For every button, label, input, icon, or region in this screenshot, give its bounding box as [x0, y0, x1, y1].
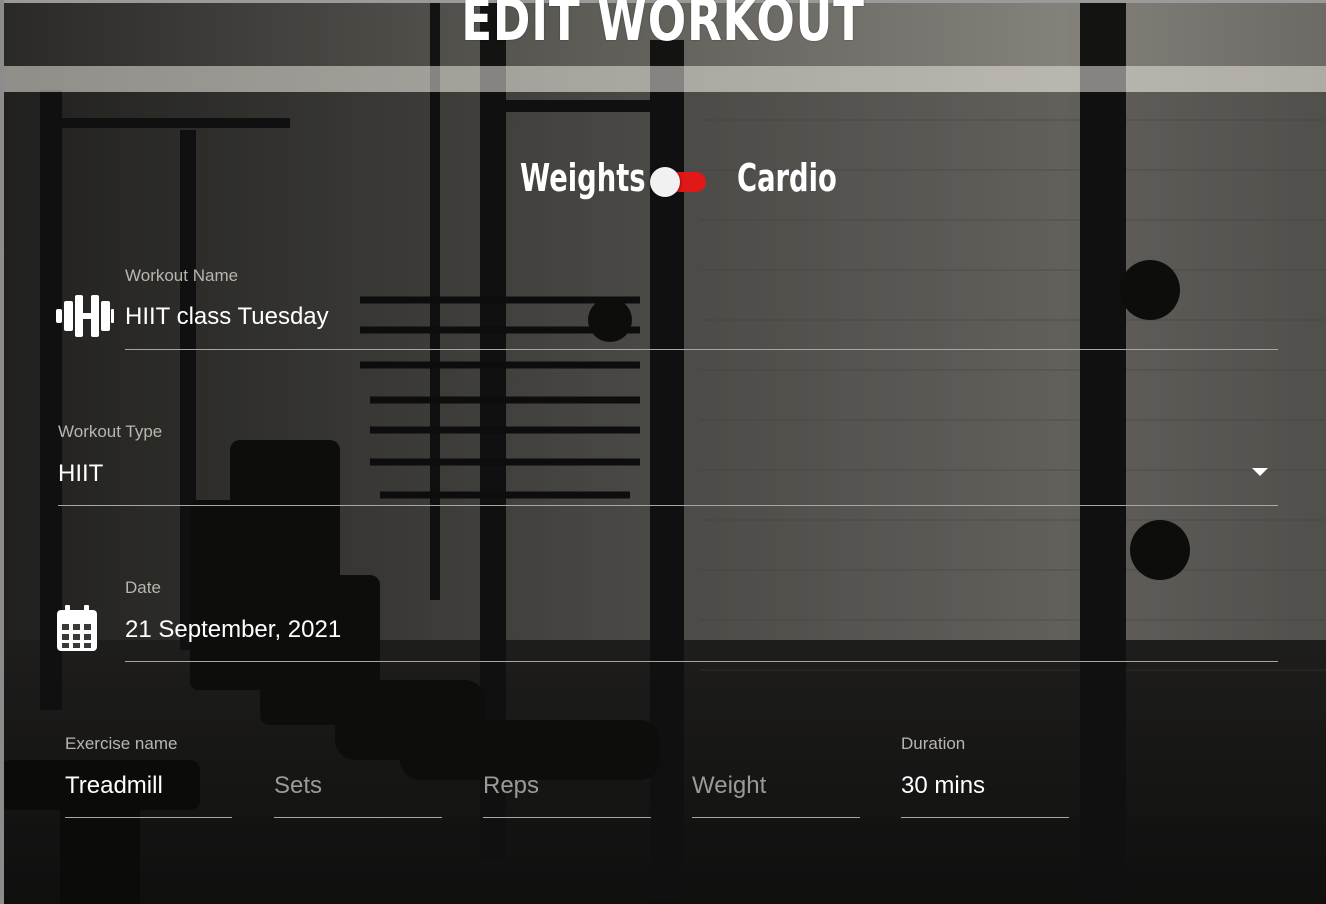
reps-underline	[483, 817, 651, 818]
date-input[interactable]: Date 21 September, 2021	[125, 574, 1278, 664]
workout-type-select[interactable]: Workout Type HIIT	[58, 418, 1278, 508]
workout-name-value: HIIT class Tuesday	[125, 303, 329, 330]
weight-input[interactable]: Weight	[692, 730, 860, 820]
calendar-icon	[57, 605, 97, 656]
duration-value: 30 mins	[901, 772, 986, 799]
weight-underline	[692, 817, 860, 818]
workout-name-input[interactable]: Workout Name HIIT class Tuesday	[125, 262, 1278, 352]
duration-underline	[901, 817, 1069, 818]
sets-input[interactable]: Sets	[274, 730, 442, 820]
sets-underline	[274, 817, 442, 818]
dumbbell-icon	[56, 295, 114, 342]
exercise-name-underline	[65, 817, 232, 818]
exercise-name-label: Exercise name	[65, 734, 178, 753]
duration-label: Duration	[901, 734, 966, 753]
reps-input[interactable]: Reps	[483, 730, 651, 820]
workout-type-underline	[58, 505, 1278, 506]
date-value: 21 September, 2021	[125, 616, 342, 643]
workout-type-value: HIIT	[58, 460, 104, 487]
workout-name-label: Workout Name	[125, 266, 239, 285]
reps-placeholder: Reps	[483, 772, 540, 799]
workout-mode-toggle[interactable]	[650, 167, 708, 197]
exercise-name-input[interactable]: Exercise name Treadmill	[65, 730, 232, 820]
sets-placeholder: Sets	[274, 772, 323, 799]
date-label: Date	[125, 578, 161, 597]
exercise-name-value: Treadmill	[65, 772, 163, 799]
toggle-label-cardio[interactable]: Cardio	[737, 156, 837, 200]
toggle-thumb	[650, 167, 680, 197]
page-title: Edit Workout	[461, 0, 865, 54]
weight-placeholder: Weight	[692, 772, 767, 799]
workout-name-underline	[125, 349, 1278, 350]
title-band	[4, 66, 1326, 92]
duration-input[interactable]: Duration 30 mins	[901, 730, 1069, 820]
date-underline	[125, 661, 1278, 662]
toggle-label-weights[interactable]: Weights	[520, 156, 646, 200]
workout-type-label: Workout Type	[58, 422, 163, 441]
dropdown-caret-icon[interactable]	[1252, 468, 1268, 476]
